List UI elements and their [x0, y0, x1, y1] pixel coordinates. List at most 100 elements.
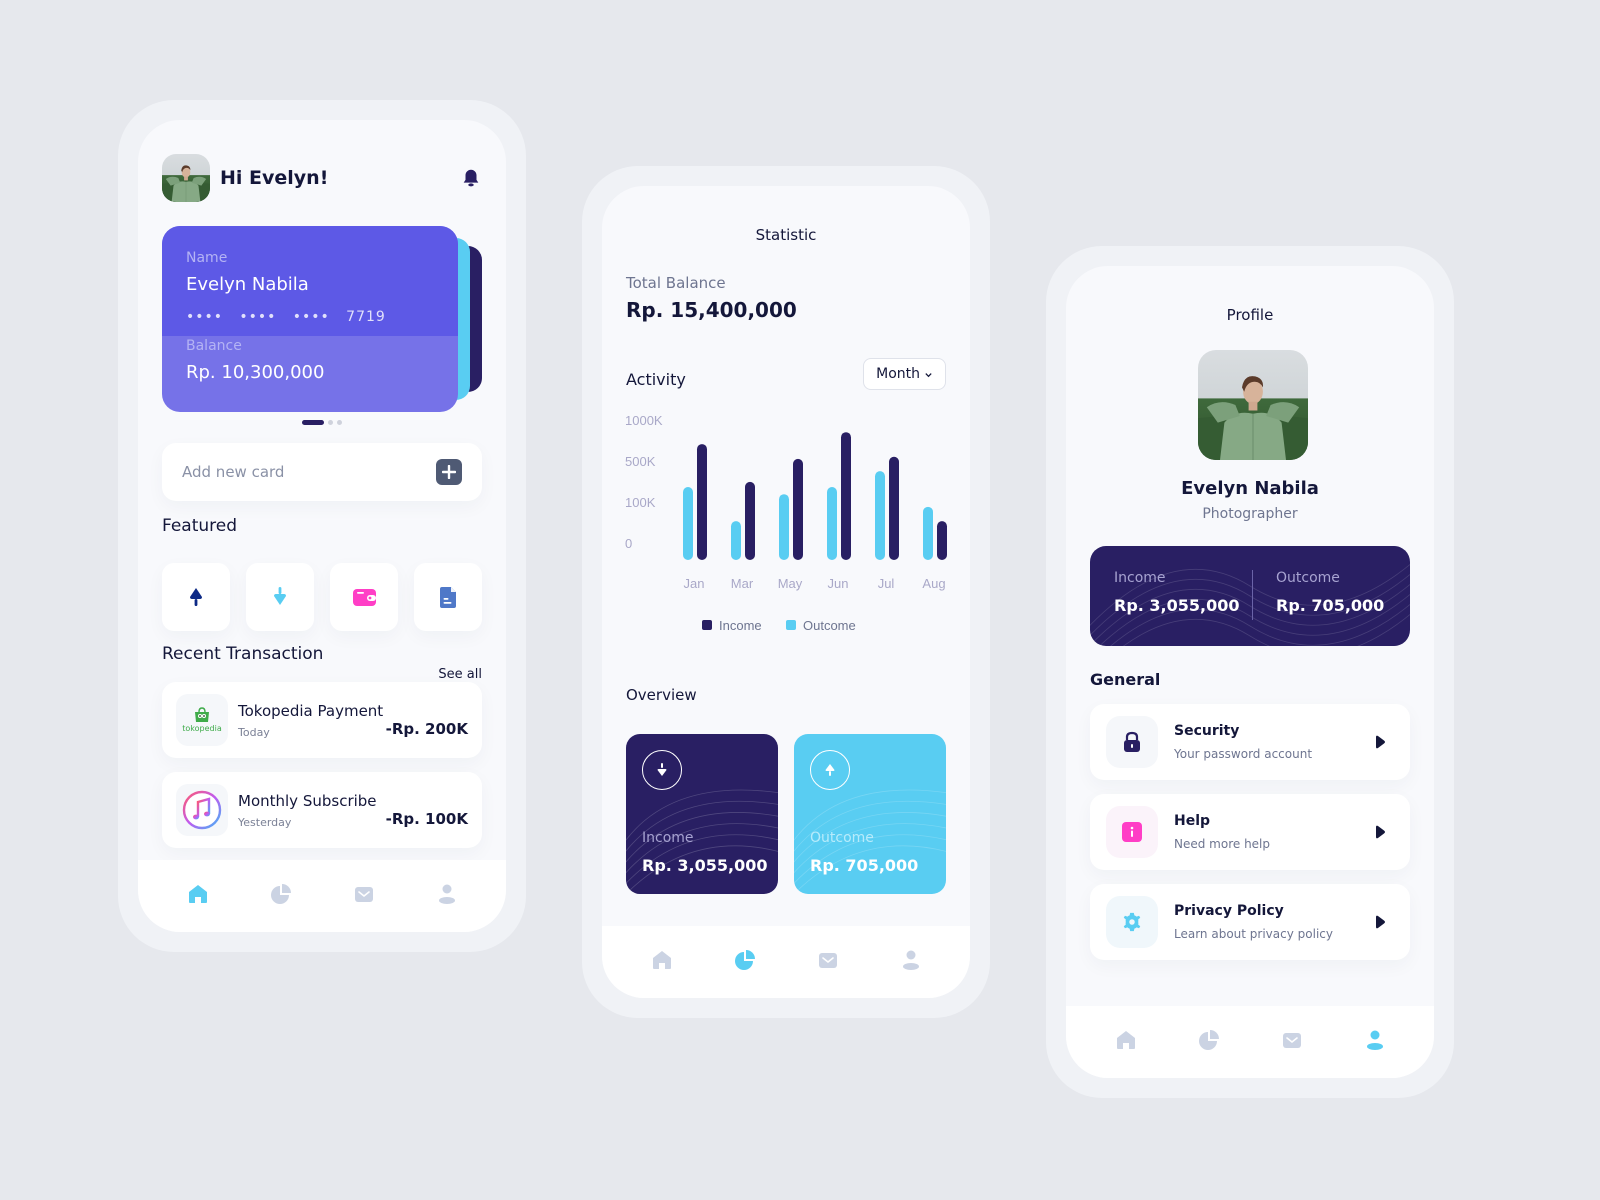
- setting-privacy-policy[interactable]: Privacy Policy Learn about privacy polic…: [1090, 884, 1410, 960]
- nav-messages[interactable]: [808, 940, 848, 980]
- user-icon: [902, 950, 919, 970]
- outcome-label: Outcome: [1276, 570, 1340, 586]
- bar-outcome-mar[interactable]: [731, 521, 741, 560]
- user-icon: [438, 884, 455, 904]
- nav-profile[interactable]: [891, 940, 931, 980]
- general-title: General: [1090, 670, 1161, 689]
- outcome-summary: Outcome Rp. 705,000: [1276, 570, 1384, 615]
- nav-statistic[interactable]: [1189, 1020, 1229, 1060]
- bar-income-mar[interactable]: [745, 481, 755, 560]
- transaction-item[interactable]: Monthly Subscribe Yesterday -Rp. 100K: [162, 772, 482, 848]
- nav-home[interactable]: [178, 874, 218, 914]
- outcome-icon-circle: [810, 750, 850, 790]
- period-dropdown[interactable]: Month: [863, 358, 946, 390]
- income-card[interactable]: Income Rp. 3,055,000: [626, 734, 778, 894]
- featured-receive-button[interactable]: [246, 563, 314, 631]
- tokopedia-bag-icon: [195, 707, 209, 722]
- page-title: Statistic: [755, 226, 817, 244]
- legend-swatch-outcome: [786, 620, 796, 630]
- bar-outcome-jun[interactable]: [827, 487, 837, 560]
- bottom-nav: [1066, 1006, 1434, 1078]
- bar-income-aug[interactable]: [937, 521, 947, 560]
- bar-income-jul[interactable]: [889, 456, 899, 560]
- statistic-screen-frame: Statistic Total Balance Rp. 15,400,000 A…: [582, 166, 990, 1018]
- pie-chart-icon: [1198, 1030, 1219, 1050]
- featured-document-button[interactable]: [414, 563, 482, 631]
- avatar[interactable]: [162, 154, 210, 202]
- featured-send-button[interactable]: [162, 563, 230, 631]
- home-header: Hi Evelyn!: [162, 154, 482, 202]
- card-balance-label: Balance: [186, 338, 242, 354]
- nav-statistic[interactable]: [261, 874, 301, 914]
- setting-subtitle: Learn about privacy policy: [1174, 927, 1333, 941]
- bar-outcome-jan[interactable]: [683, 487, 693, 560]
- nav-profile[interactable]: [427, 874, 467, 914]
- bar-income-may[interactable]: [793, 458, 803, 560]
- card-last-digits: 7719: [346, 309, 386, 325]
- outcome-card[interactable]: Outcome Rp. 705,000: [794, 734, 946, 894]
- nav-profile[interactable]: [1355, 1020, 1395, 1060]
- featured-list: [162, 563, 482, 631]
- add-new-card-field[interactable]: Add new card: [162, 443, 482, 501]
- nav-home[interactable]: [642, 940, 682, 980]
- add-card-button[interactable]: [436, 459, 462, 485]
- setting-security[interactable]: Security Your password account: [1090, 704, 1410, 780]
- bar-income-jun[interactable]: [841, 432, 851, 560]
- income-value: Rp. 3,055,000: [642, 856, 768, 875]
- bar-outcome-jul[interactable]: [875, 471, 885, 560]
- overview-cards: Income Rp. 3,055,000 Outcome Rp. 705,000: [626, 734, 946, 894]
- plus-icon: [442, 465, 456, 479]
- home-screen: Hi Evelyn! Name Evelyn Nabila •••• •••• …: [138, 120, 506, 932]
- tokopedia-logo-text: tokopedia: [182, 724, 222, 733]
- card-stack[interactable]: Name Evelyn Nabila •••• •••• •••• 7719 B…: [162, 226, 492, 412]
- music-note-icon: [182, 790, 222, 830]
- outcome-label: Outcome: [810, 830, 874, 846]
- nav-messages[interactable]: [1272, 1020, 1312, 1060]
- legend-label-outcome: Outcome: [803, 618, 856, 633]
- home-icon: [188, 885, 207, 903]
- carousel-dot[interactable]: [328, 420, 333, 425]
- income-icon-circle: [642, 750, 682, 790]
- transaction-title: Tokopedia Payment: [238, 701, 384, 720]
- transaction-item[interactable]: tokopedia Tokopedia Payment Today -Rp. 2…: [162, 682, 482, 758]
- tokopedia-logo: tokopedia: [176, 694, 228, 746]
- bar-outcome-aug[interactable]: [923, 506, 933, 560]
- profile-role: Photographer: [1202, 506, 1298, 522]
- income-label: Income: [642, 830, 694, 846]
- profile-photo[interactable]: [1198, 350, 1308, 460]
- card-number: •••• •••• •••• 7719: [186, 309, 386, 325]
- activity-title: Activity: [626, 370, 686, 389]
- nav-statistic[interactable]: [725, 940, 765, 980]
- bell-icon[interactable]: [460, 167, 482, 189]
- bar-income-jan[interactable]: [697, 444, 707, 560]
- nav-home[interactable]: [1106, 1020, 1146, 1060]
- carousel-dot[interactable]: [337, 420, 342, 425]
- bank-card[interactable]: Name Evelyn Nabila •••• •••• •••• 7719 B…: [162, 226, 458, 412]
- featured-wallet-button[interactable]: [330, 563, 398, 631]
- transaction-amount: -Rp. 200K: [385, 720, 468, 738]
- setting-help[interactable]: Help Need more help: [1090, 794, 1410, 870]
- home-icon: [1116, 1031, 1135, 1049]
- see-all-link[interactable]: See all: [438, 667, 482, 682]
- mail-icon: [1282, 1033, 1301, 1048]
- greeting-text: Hi Evelyn!: [220, 167, 329, 189]
- y-tick-label: 500K: [625, 454, 656, 469]
- divider: [1252, 570, 1253, 620]
- card-balance-value: Rp. 10,300,000: [186, 362, 325, 383]
- x-tick-label: Jun: [828, 576, 849, 591]
- send-up-icon: [190, 588, 202, 606]
- carousel-indicator[interactable]: [302, 420, 342, 425]
- recent-transaction-title: Recent Transaction: [162, 644, 324, 664]
- carousel-dot-active[interactable]: [302, 420, 324, 425]
- legend-swatch-income: [702, 620, 712, 630]
- y-tick-label: 1000K: [625, 413, 663, 428]
- nav-messages[interactable]: [344, 874, 384, 914]
- income-label: Income: [1114, 570, 1166, 586]
- setting-title: Privacy Policy: [1174, 903, 1284, 919]
- chevron-right-icon: [1376, 915, 1385, 929]
- bar-outcome-may[interactable]: [779, 494, 789, 560]
- transaction-amount: -Rp. 100K: [385, 810, 468, 828]
- activity-chart: 1000K 500K 100K 0 Jan Mar May Jun Jul Aug Income Ou…: [625, 413, 947, 633]
- profile-screen: Profile Evelyn Nabila Photographer Incom…: [1066, 266, 1434, 1078]
- gear-icon: [1123, 912, 1141, 932]
